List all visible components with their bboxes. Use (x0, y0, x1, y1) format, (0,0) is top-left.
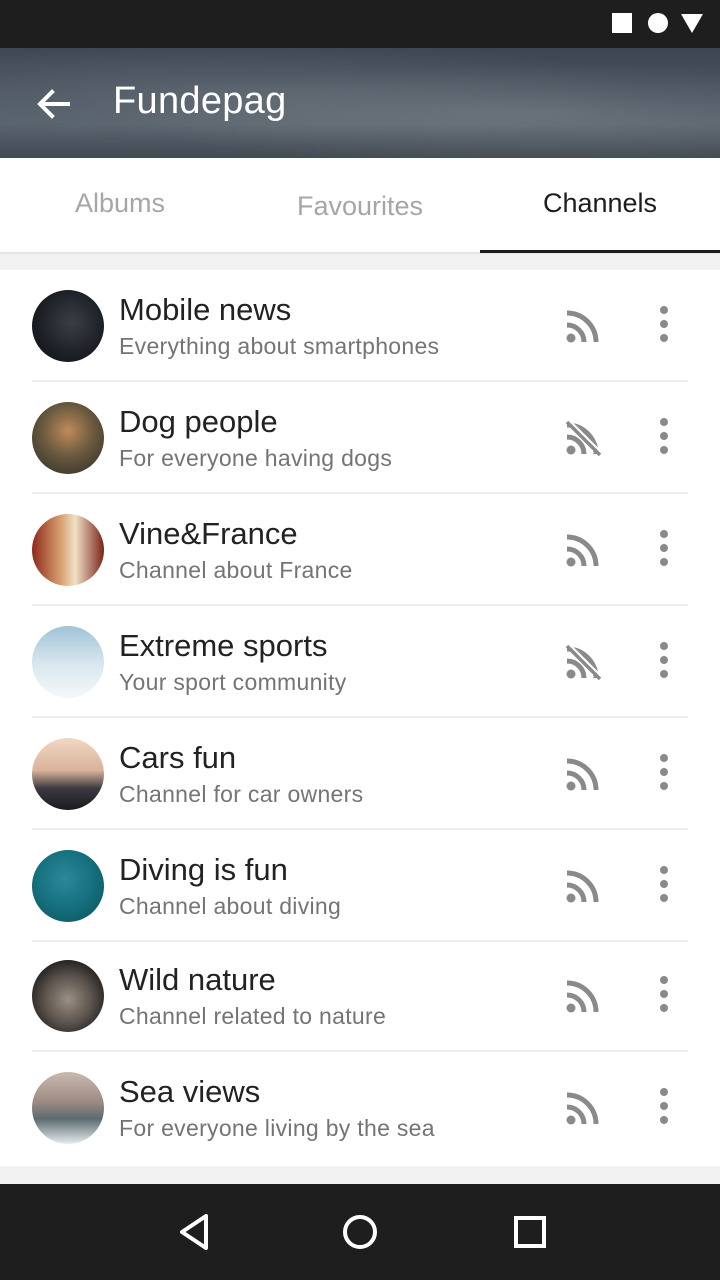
channel-title: Extreme sports (119, 628, 328, 663)
avatar (32, 960, 104, 1032)
rss-icon[interactable] (564, 867, 602, 905)
square-icon (612, 13, 632, 33)
app-bar: Fundepag (0, 48, 720, 158)
navigation-bar (0, 1184, 720, 1280)
back-triangle-icon (180, 1214, 208, 1250)
circle-icon (648, 13, 668, 33)
more-vert-icon[interactable] (650, 1086, 678, 1126)
active-tab-indicator (480, 250, 720, 253)
list-item[interactable]: Dog people For everyone having dogs (0, 382, 720, 494)
list-item[interactable]: Mobile news Everything about smartphones (0, 270, 720, 382)
rss-off-icon[interactable] (564, 419, 603, 457)
more-vert-icon[interactable] (650, 974, 678, 1014)
page-title: Fundepag (113, 80, 287, 122)
nav-back-button[interactable] (174, 1210, 218, 1254)
tab-albums[interactable]: Albums (0, 155, 240, 249)
home-circle-icon (343, 1215, 377, 1249)
avatar (32, 290, 104, 362)
nav-home-button[interactable] (338, 1210, 382, 1254)
tab-channels[interactable]: Channels (480, 155, 720, 249)
more-vert-icon[interactable] (650, 416, 678, 456)
channel-title: Wild nature (119, 962, 276, 997)
channel-subtitle: Channel about diving (119, 893, 342, 919)
arrow-left-icon (37, 89, 70, 119)
triangle-icon (681, 14, 703, 33)
avatar (32, 1072, 104, 1144)
rss-icon[interactable] (564, 977, 602, 1015)
list-item[interactable]: Cars fun Channel for car owners (0, 718, 720, 830)
rss-off-icon[interactable] (564, 643, 603, 681)
tab-bar: Albums Favourites Channels (0, 158, 720, 254)
rss-icon[interactable] (564, 531, 602, 569)
channel-subtitle: Your sport community (119, 669, 347, 695)
list-item[interactable]: Extreme sports Your sport community (0, 606, 720, 718)
channel-subtitle: For everyone having dogs (119, 445, 393, 471)
channel-title: Mobile news (119, 292, 292, 327)
channel-subtitle: Everything about smartphones (119, 333, 440, 359)
rss-icon[interactable] (564, 307, 602, 345)
recents-square-icon (514, 1216, 546, 1248)
rss-icon[interactable] (564, 755, 602, 793)
list-item[interactable]: Sea views For everyone living by the sea (0, 1052, 720, 1164)
more-vert-icon[interactable] (650, 864, 678, 904)
list-item[interactable]: Vine&France Channel about France (0, 494, 720, 606)
channel-title: Vine&France (119, 516, 298, 551)
channel-title: Cars fun (119, 740, 237, 775)
channel-title: Diving is fun (119, 852, 288, 887)
channel-title: Sea views (119, 1074, 261, 1109)
more-vert-icon[interactable] (650, 640, 678, 680)
channel-subtitle: Channel for car owners (119, 781, 364, 807)
status-bar (0, 0, 720, 48)
more-vert-icon[interactable] (650, 528, 678, 568)
channel-subtitle: For everyone living by the sea (119, 1115, 435, 1141)
avatar (32, 850, 104, 922)
list-item[interactable]: Wild nature Channel related to nature (0, 940, 720, 1052)
channel-title: Dog people (119, 404, 278, 439)
avatar (32, 626, 104, 698)
channel-subtitle: Channel about France (119, 557, 353, 583)
avatar (32, 738, 104, 810)
list-item[interactable]: Diving is fun Channel about diving (0, 830, 720, 942)
rss-icon[interactable] (564, 1089, 602, 1127)
tab-favourites[interactable]: Favourites (240, 158, 480, 252)
channel-subtitle: Channel related to nature (119, 1003, 387, 1029)
more-vert-icon[interactable] (650, 304, 678, 344)
back-button[interactable] (34, 84, 74, 124)
more-vert-icon[interactable] (650, 752, 678, 792)
avatar (32, 514, 104, 586)
channel-list: Mobile news Everything about smartphones D… (0, 270, 720, 1166)
avatar (32, 402, 104, 474)
nav-recents-button[interactable] (508, 1210, 552, 1254)
